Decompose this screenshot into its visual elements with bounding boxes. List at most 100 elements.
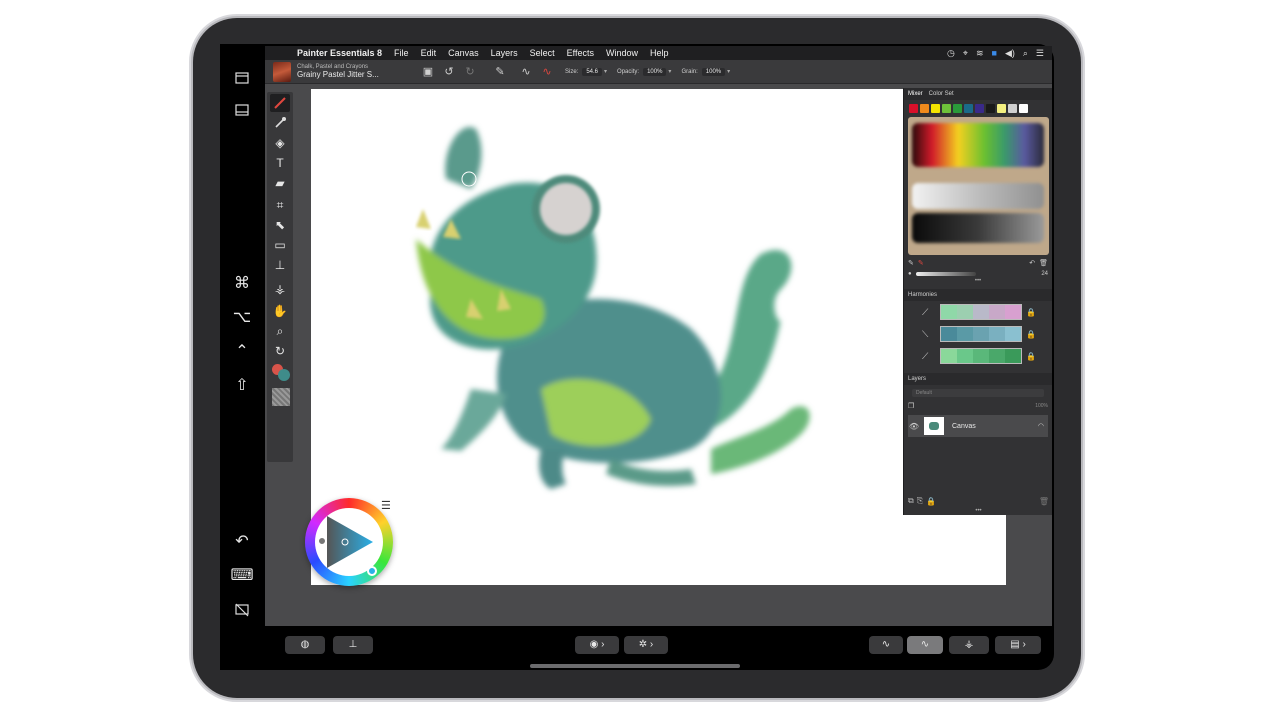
clone-stamp-icon[interactable]: ⊥: [270, 256, 290, 274]
texture-button[interactable]: ✲ ›: [624, 636, 668, 654]
size-value[interactable]: 54.6: [582, 67, 603, 76]
mixer-color-swatch[interactable]: [909, 104, 918, 113]
color-swatches[interactable]: [272, 364, 290, 382]
mixer-color-swatch[interactable]: [1019, 104, 1028, 113]
menu-effects[interactable]: Effects: [567, 46, 594, 60]
grabber-tool-icon[interactable]: ✋: [270, 302, 290, 320]
layer-options-icon[interactable]: ❐: [908, 402, 914, 410]
show-hide-menubar-icon[interactable]: [228, 66, 256, 90]
harmony-color-swatch[interactable]: [1005, 327, 1021, 341]
menu-canvas[interactable]: Canvas: [448, 46, 479, 60]
menu-layers[interactable]: Layers: [491, 46, 518, 60]
spotlight-icon[interactable]: ⌕: [1023, 46, 1028, 60]
eraser-tool-icon[interactable]: ▰: [270, 174, 290, 192]
color-wheel-menu-icon[interactable]: ☰: [381, 499, 391, 512]
rectangle-select-icon[interactable]: ▭: [270, 236, 290, 254]
size-control[interactable]: Size: 54.6 ▾: [565, 67, 607, 76]
lock-icon[interactable]: 🔒: [1026, 352, 1036, 361]
menu-select[interactable]: Select: [530, 46, 555, 60]
eye-icon[interactable]: 👁: [908, 422, 920, 431]
harmony-row[interactable]: ⟍ 🔒: [904, 323, 1052, 345]
wifi-icon[interactable]: ≋: [976, 46, 984, 60]
sidecar-status-icon[interactable]: ⌖: [963, 46, 968, 60]
mixer-size-value[interactable]: 24: [1041, 271, 1048, 277]
mixer-color-swatch[interactable]: [1008, 104, 1017, 113]
redo-icon[interactable]: ↻: [462, 64, 478, 80]
panel-grip[interactable]: •••: [904, 508, 1053, 515]
document-button[interactable]: ▤ ›: [995, 636, 1041, 654]
mixer-color-swatch[interactable]: [920, 104, 929, 113]
lock-icon[interactable]: 🔒: [1026, 308, 1036, 317]
menu-window[interactable]: Window: [606, 46, 638, 60]
harmony-color-swatch[interactable]: [973, 327, 989, 341]
panel-grip[interactable]: •••: [904, 278, 1052, 285]
show-hide-dock-icon[interactable]: [228, 98, 256, 122]
app-menu[interactable]: Painter Essentials 8: [297, 46, 382, 60]
save-variant-icon[interactable]: ▣: [420, 64, 436, 80]
brush-selector-icon[interactable]: [273, 61, 291, 82]
harmony-color-swatch[interactable]: [941, 327, 957, 341]
mixer-color-swatch[interactable]: [942, 104, 951, 113]
dropper-tool-icon[interactable]: [270, 114, 290, 132]
delete-layer-icon[interactable]: 🗑: [1039, 497, 1049, 506]
freehand-stroke-icon[interactable]: ∿: [539, 64, 555, 80]
paint-bucket-icon[interactable]: ◈: [270, 134, 290, 152]
harmony-rule-icon[interactable]: ⟍: [922, 329, 936, 340]
reset-icon[interactable]: ↺: [441, 64, 457, 80]
new-layer-icon[interactable]: ⧉: [908, 496, 914, 506]
undo-icon[interactable]: ↶: [228, 530, 256, 554]
chevron-down-icon[interactable]: ▾: [604, 68, 607, 75]
text-tool-icon[interactable]: T: [270, 154, 290, 172]
brush-selector[interactable]: Chalk, Pastel and Crayons Grainy Pastel …: [297, 64, 415, 79]
magnifier-tool-icon[interactable]: ⌕: [270, 322, 290, 340]
color-wheel[interactable]: [305, 498, 393, 586]
freehand-button[interactable]: ∿: [907, 636, 943, 654]
color-wheel-button[interactable]: ◍: [285, 636, 325, 654]
mixer-color-swatch[interactable]: [986, 104, 995, 113]
harmony-color-swatch[interactable]: [957, 327, 973, 341]
harmony-color-swatch[interactable]: [1005, 349, 1021, 363]
tab-color-set[interactable]: Color Set: [929, 88, 954, 100]
harmony-rule-icon[interactable]: ⟋: [922, 351, 936, 362]
harmony-color-swatch[interactable]: [1005, 305, 1021, 319]
brush-tool-icon[interactable]: ✎: [492, 64, 508, 80]
menu-file[interactable]: File: [394, 46, 409, 60]
grain-control[interactable]: Grain: 100% ▾: [681, 67, 730, 76]
lock-layer-icon[interactable]: 🔒: [926, 497, 936, 506]
command-key-icon[interactable]: ⌘: [228, 272, 256, 296]
mirror-button[interactable]: ⚶: [949, 636, 989, 654]
mirror-painting-icon[interactable]: ⚶: [270, 280, 290, 298]
chevron-down-icon[interactable]: ▾: [727, 68, 730, 75]
harmony-rule-icon[interactable]: ⟋: [922, 307, 936, 318]
layer-opacity-value[interactable]: 100%: [1035, 403, 1048, 409]
document-canvas[interactable]: [311, 89, 1006, 585]
layer-preserve-icon[interactable]: ◠: [1038, 422, 1044, 430]
harmony-color-swatch[interactable]: [989, 327, 1005, 341]
grain-value[interactable]: 100%: [701, 67, 726, 76]
rotate-page-icon[interactable]: ↻: [270, 342, 290, 360]
display-icon[interactable]: ■: [992, 46, 997, 60]
mixer-brush-icon[interactable]: ✎: [908, 259, 914, 267]
mixer-color-swatch[interactable]: [964, 104, 973, 113]
duplicate-layer-icon[interactable]: ⎘: [917, 496, 923, 506]
clone-stamp-button[interactable]: ⊥: [333, 636, 373, 654]
view-options-button[interactable]: ◉ ›: [575, 636, 619, 654]
tab-mixer[interactable]: Mixer: [908, 88, 923, 100]
harmony-color-swatch[interactable]: [973, 349, 989, 363]
secondary-color-swatch[interactable]: [278, 369, 290, 381]
mixer-clear-icon[interactable]: 🗑: [1039, 259, 1048, 267]
crop-tool-icon[interactable]: ⌗: [270, 196, 290, 214]
paper-texture-icon[interactable]: [272, 388, 290, 406]
composite-method-select[interactable]: Default: [912, 389, 1044, 397]
opacity-control[interactable]: Opacity: 100% ▾: [617, 67, 671, 76]
menu-help[interactable]: Help: [650, 46, 669, 60]
mixer-undo-icon[interactable]: ↶: [1029, 259, 1035, 267]
brush-tool-icon[interactable]: [270, 94, 290, 112]
mixer-color-swatch[interactable]: [975, 104, 984, 113]
harmony-color-swatch[interactable]: [973, 305, 989, 319]
shift-key-icon[interactable]: ⇧: [228, 374, 256, 398]
control-key-icon[interactable]: ⌃: [228, 340, 256, 364]
layer-row[interactable]: 👁 Canvas ◠: [908, 415, 1048, 437]
layer-adjuster-icon[interactable]: ⬉: [270, 216, 290, 234]
notification-center-icon[interactable]: ☰: [1036, 46, 1044, 60]
